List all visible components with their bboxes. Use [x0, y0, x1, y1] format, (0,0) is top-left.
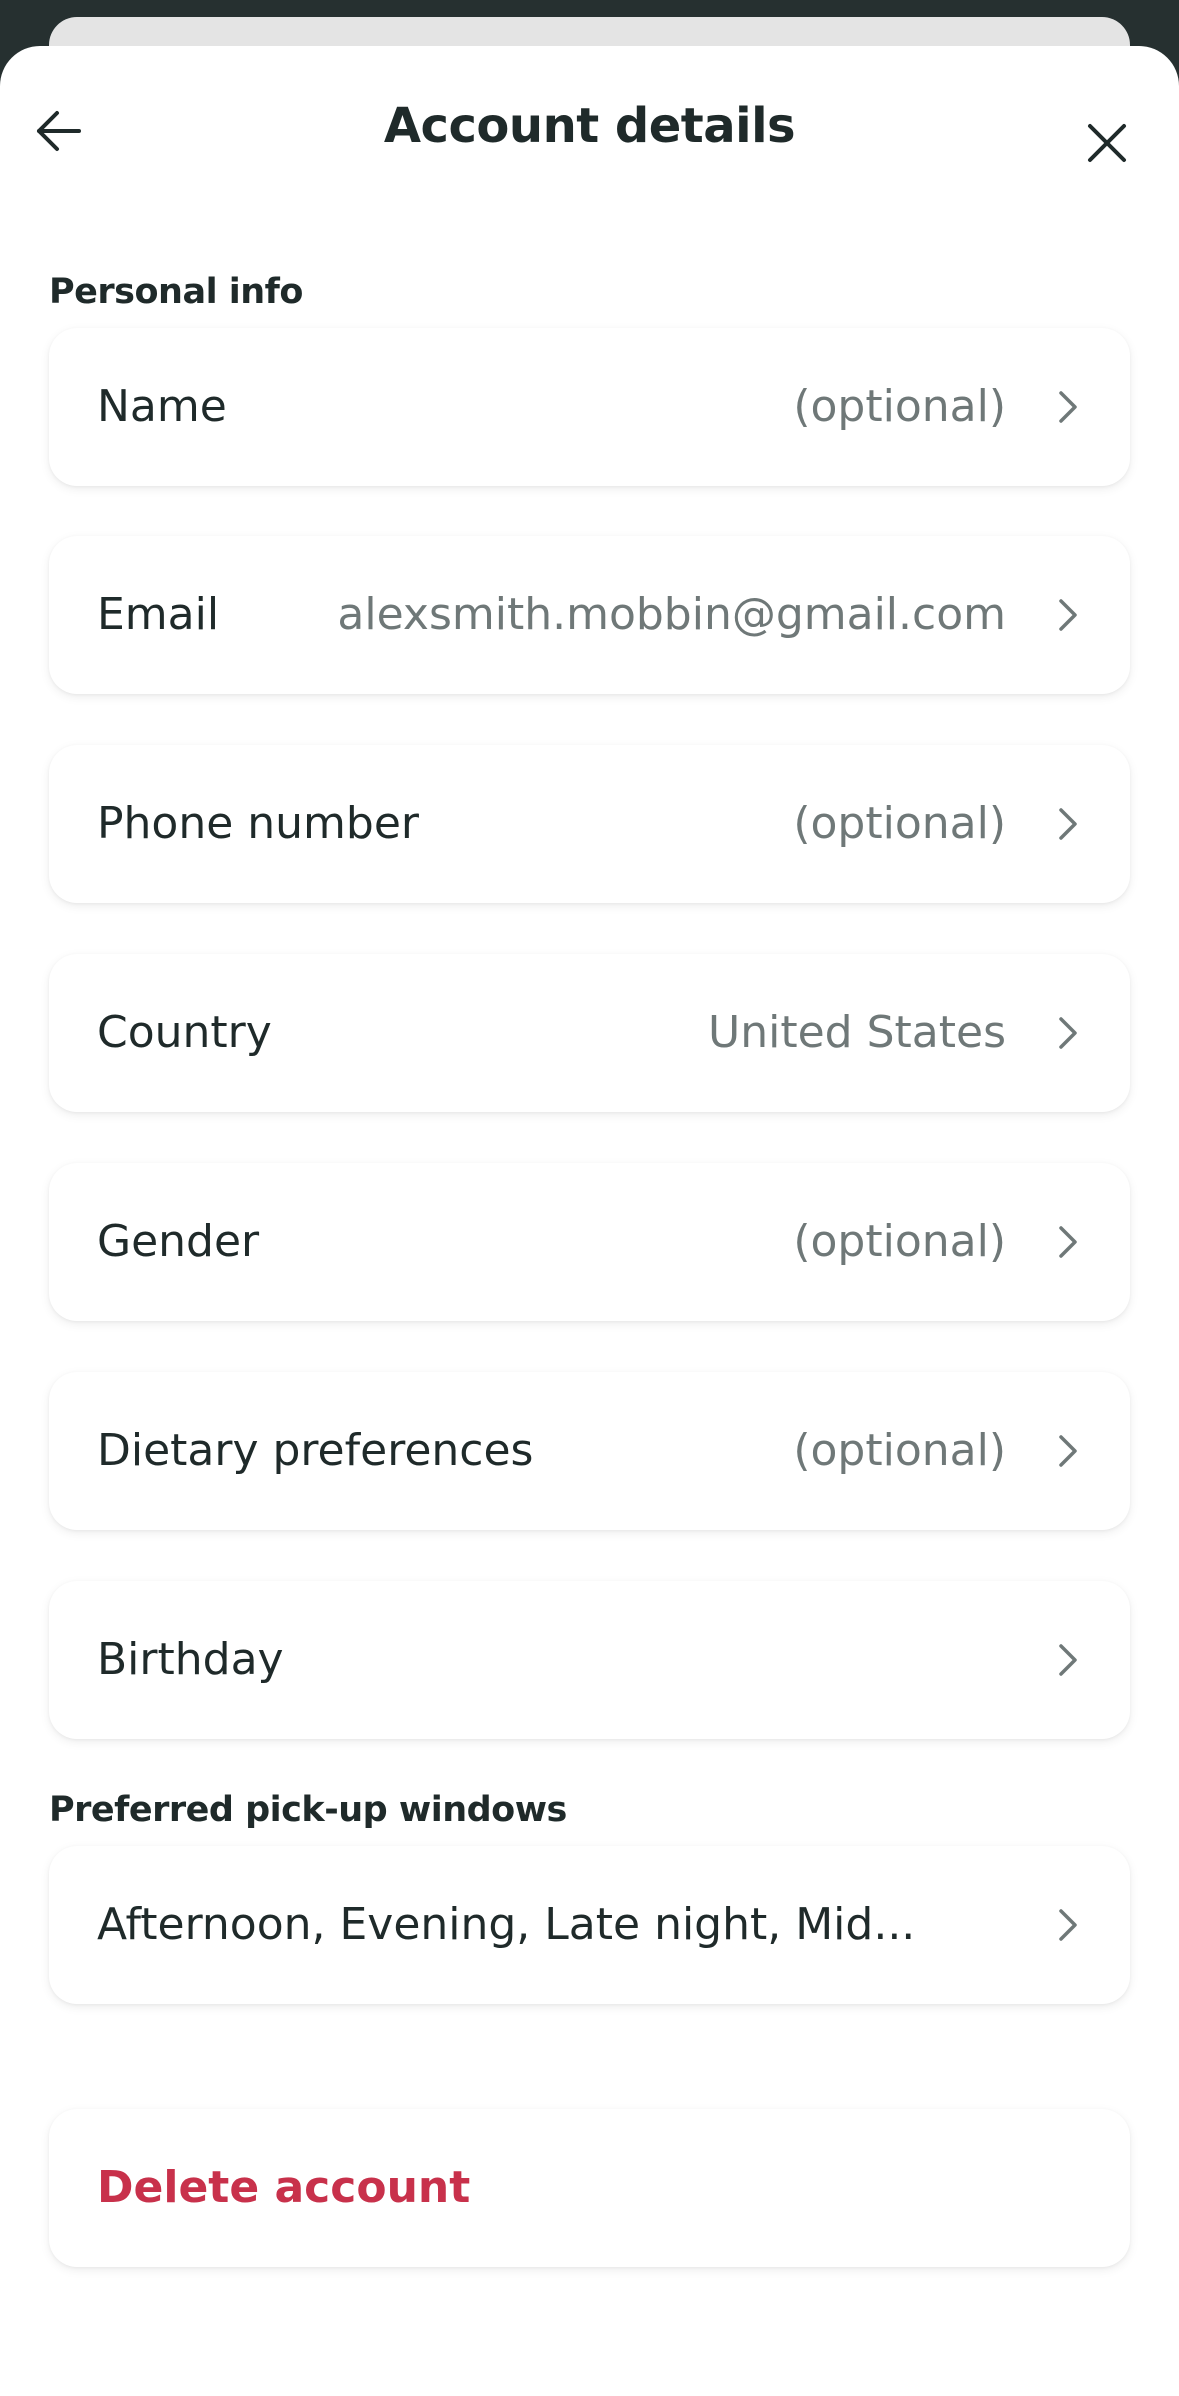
chevron-right-icon — [1048, 1222, 1088, 1262]
row-label: Dietary preferences — [97, 1425, 534, 1476]
row-value: (optional) — [793, 798, 1006, 849]
page-title: Account details — [383, 98, 796, 154]
row-label: Phone number — [97, 798, 420, 849]
chevron-right-icon — [1048, 1013, 1088, 1053]
chevron-right-icon — [1048, 595, 1088, 635]
row-country[interactable]: Country United States — [49, 954, 1130, 1112]
chevron-right-icon — [1048, 1431, 1088, 1471]
row-email[interactable]: Email alexsmith.mobbin@gmail.com — [49, 536, 1130, 694]
delete-account-label: Delete account — [97, 2162, 471, 2213]
row-value: (optional) — [793, 1216, 1006, 1267]
row-label: Email — [97, 589, 220, 640]
row-label: Birthday — [97, 1634, 284, 1685]
row-label: Country — [97, 1007, 272, 1058]
row-label: Gender — [97, 1216, 260, 1267]
row-dietary-preferences[interactable]: Dietary preferences (optional) — [49, 1372, 1130, 1530]
section-label-personal-info: Personal info — [49, 272, 303, 312]
row-label: Afternoon, Evening, Late night, Mid... — [97, 1899, 916, 1950]
row-label: Name — [97, 381, 227, 432]
chevron-right-icon — [1048, 1640, 1088, 1680]
chevron-right-icon — [1048, 804, 1088, 844]
section-label-pickup-windows: Preferred pick-up windows — [49, 1790, 567, 1830]
chevron-right-icon — [1048, 387, 1088, 427]
row-value: (optional) — [793, 381, 1006, 432]
account-details-sheet: Account details Personal info Name (opti… — [0, 46, 1179, 2396]
row-value: United States — [708, 1007, 1006, 1058]
row-name[interactable]: Name (optional) — [49, 328, 1130, 486]
close-icon — [1088, 124, 1126, 162]
sheet-header: Account details — [0, 46, 1179, 216]
chevron-right-icon — [1048, 1905, 1088, 1945]
row-value: (optional) — [793, 1425, 1006, 1476]
row-value: alexsmith.mobbin@gmail.com — [337, 589, 1006, 640]
row-gender[interactable]: Gender (optional) — [49, 1163, 1130, 1321]
row-phone-number[interactable]: Phone number (optional) — [49, 745, 1130, 903]
row-birthday[interactable]: Birthday — [49, 1581, 1130, 1739]
row-pickup-windows[interactable]: Afternoon, Evening, Late night, Mid... — [49, 1846, 1130, 2004]
delete-account-button[interactable]: Delete account — [49, 2109, 1130, 2267]
close-button[interactable] — [1072, 108, 1142, 178]
